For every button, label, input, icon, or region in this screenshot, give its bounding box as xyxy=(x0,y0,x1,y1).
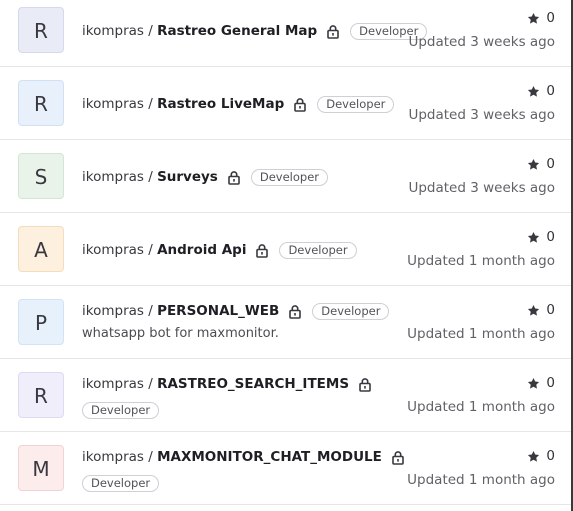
project-row[interactable]: Pikompras / PERSONAL_WEB Developer whatsap… xyxy=(0,286,571,359)
lock-icon xyxy=(293,97,307,112)
updated-time: Updated 3 weeks ago xyxy=(408,180,555,196)
star-count-value: 0 xyxy=(546,229,555,245)
star-icon xyxy=(527,450,540,463)
project-name-link[interactable]: MAXMONITOR_CHAT_MODULE xyxy=(157,447,382,467)
lock-icon xyxy=(326,24,340,39)
updated-time: Updated 1 month ago xyxy=(407,326,555,342)
lock-icon xyxy=(391,450,405,465)
project-row[interactable]: Mikompras / MAXMONITOR_CHAT_MODULE Develo… xyxy=(0,432,571,505)
project-avatar[interactable]: M xyxy=(18,445,64,491)
project-title[interactable]: ikompras / Rastreo LiveMap Developer xyxy=(82,94,395,114)
project-title[interactable]: ikompras / PERSONAL_WEB Developer xyxy=(82,301,390,321)
star-count-value: 0 xyxy=(546,156,555,172)
project-row[interactable]: Aikompras / Android Api Developer 0 Updated… xyxy=(0,213,571,286)
role-badge: Developer xyxy=(312,302,390,320)
updated-time: Updated 1 month ago xyxy=(407,399,555,415)
project-row[interactable]: Rikompras / Rastreo General Map Developer… xyxy=(0,0,571,67)
project-name-link[interactable]: RASTREO_SEARCH_ITEMS xyxy=(157,374,349,394)
project-name-link[interactable]: Rastreo General Map xyxy=(157,21,317,41)
updated-time: Updated 1 month ago xyxy=(407,472,555,488)
role-badge: Developer xyxy=(82,402,160,419)
star-icon xyxy=(527,158,540,171)
role-badge: Developer xyxy=(317,95,395,113)
role-badge: Developer xyxy=(279,241,357,259)
project-name-link[interactable]: Surveys xyxy=(157,167,218,187)
project-namespace[interactable]: ikompras / xyxy=(82,447,153,467)
star-icon xyxy=(527,85,540,98)
project-row[interactable]: Rikompras / RASTREO_SEARCH_ITEMS Develope… xyxy=(0,359,571,432)
star-count[interactable]: 0 xyxy=(527,83,555,99)
updated-time: Updated 3 weeks ago xyxy=(408,107,555,123)
project-namespace[interactable]: ikompras / xyxy=(82,94,153,114)
updated-time: Updated 3 weeks ago xyxy=(408,34,555,50)
project-avatar[interactable]: A xyxy=(18,226,64,272)
project-avatar[interactable]: S xyxy=(18,153,64,199)
project-title[interactable]: ikompras / MAXMONITOR_CHAT_MODULE xyxy=(82,447,405,467)
project-title[interactable]: ikompras / Surveys Developer xyxy=(82,167,329,187)
star-count[interactable]: 0 xyxy=(527,229,555,245)
lock-icon xyxy=(255,243,269,258)
star-count-value: 0 xyxy=(546,302,555,318)
project-name-link[interactable]: Android Api xyxy=(157,240,246,260)
star-icon xyxy=(527,377,540,390)
star-count-value: 0 xyxy=(546,448,555,464)
star-icon xyxy=(527,304,540,317)
updated-time: Updated 1 month ago xyxy=(407,253,555,269)
star-count[interactable]: 0 xyxy=(527,375,555,391)
star-icon xyxy=(527,231,540,244)
project-title[interactable]: ikompras / RASTREO_SEARCH_ITEMS xyxy=(82,374,372,394)
project-avatar[interactable]: R xyxy=(18,80,64,126)
star-icon xyxy=(527,12,540,25)
star-count-value: 0 xyxy=(546,83,555,99)
project-description: whatsapp bot for maxmonitor. xyxy=(82,326,279,341)
project-namespace[interactable]: ikompras / xyxy=(82,301,153,321)
star-count[interactable]: 0 xyxy=(527,156,555,172)
star-count-value: 0 xyxy=(546,10,555,26)
project-avatar[interactable]: R xyxy=(18,7,64,53)
project-namespace[interactable]: ikompras / xyxy=(82,240,153,260)
project-name-link[interactable]: Rastreo LiveMap xyxy=(157,94,284,114)
project-title[interactable]: ikompras / Android Api Developer xyxy=(82,240,357,260)
star-count-value: 0 xyxy=(546,375,555,391)
star-count[interactable]: 0 xyxy=(527,10,555,26)
project-namespace[interactable]: ikompras / xyxy=(82,374,153,394)
role-badge: Developer xyxy=(250,168,329,186)
project-title[interactable]: ikompras / Rastreo General Map Developer xyxy=(82,21,428,41)
star-count[interactable]: 0 xyxy=(527,448,555,464)
lock-icon xyxy=(288,304,302,319)
project-row[interactable]: Rikompras / Rastreo LiveMap Developer 0 Upd… xyxy=(0,67,571,140)
project-row[interactable]: Sikompras / Surveys Developer 0 Updated 3 w… xyxy=(0,140,571,213)
star-count[interactable]: 0 xyxy=(527,302,555,318)
project-namespace[interactable]: ikompras / xyxy=(82,167,153,187)
role-badge: Developer xyxy=(82,475,160,492)
project-name-link[interactable]: PERSONAL_WEB xyxy=(157,301,279,321)
lock-icon xyxy=(358,377,372,392)
project-avatar[interactable]: R xyxy=(18,372,64,418)
project-avatar[interactable]: P xyxy=(18,299,64,345)
lock-icon xyxy=(227,170,241,185)
project-namespace[interactable]: ikompras / xyxy=(82,21,153,41)
